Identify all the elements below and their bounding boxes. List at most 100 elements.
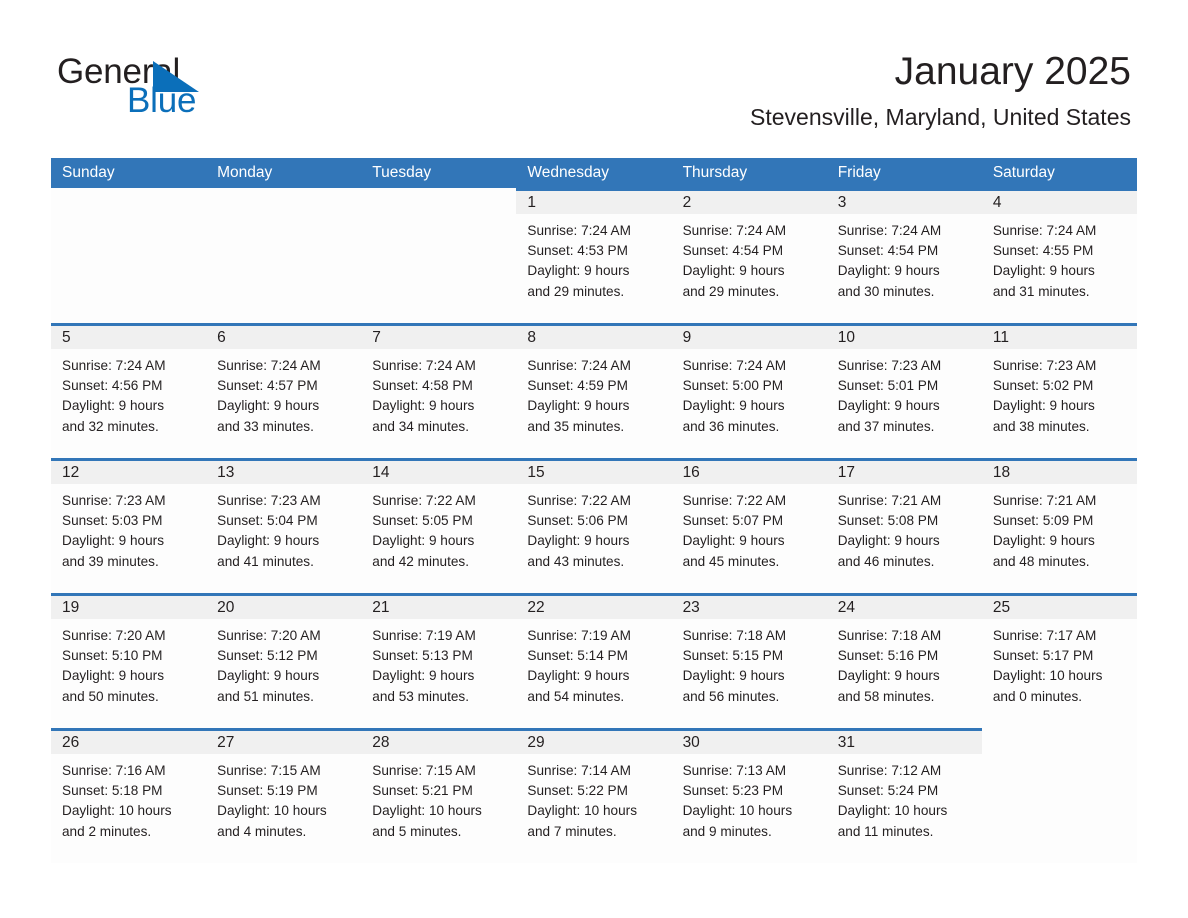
- daylight-duration-line2: and 11 minutes.: [837, 823, 934, 839]
- day-number-band: 7: [361, 323, 517, 349]
- calendar-grid: Sunday Monday Tuesday Wednesday Thursday Frid…: [51, 158, 1137, 863]
- day-sun-info: Sunrise: 7:17 AM Sunset: 5:17 PM Daylight:…: [982, 619, 1137, 707]
- day-cell-empty: [51, 188, 207, 323]
- day-number: 26: [62, 734, 80, 751]
- week-row: 26 Sunrise: 7:16 AM Sunset: 5:18 PM Dayligh…: [51, 728, 1137, 863]
- daylight-duration-line2: and 41 minutes.: [217, 553, 314, 569]
- sunrise-time: Sunrise: 7:14 AM: [527, 763, 631, 778]
- weekday-header-saturday: Saturday: [992, 164, 1055, 181]
- day-sun-info: Sunrise: 7:20 AM Sunset: 5:12 PM Daylight:…: [206, 619, 361, 707]
- day-cell[interactable]: 13 Sunrise: 7:23 AM Sunset: 5:04 PM Dayligh…: [206, 458, 362, 593]
- day-cell[interactable]: 26 Sunrise: 7:16 AM Sunset: 5:18 PM Dayligh…: [51, 728, 207, 863]
- daylight-duration-line1: Daylight: 9 hours: [217, 398, 320, 414]
- day-number-band: 23: [671, 593, 827, 619]
- day-cell[interactable]: 4 Sunrise: 7:24 AM Sunset: 4:55 PM Daylight…: [981, 188, 1137, 323]
- day-cell-empty: [981, 728, 1137, 863]
- day-number-band: 11: [981, 323, 1137, 349]
- day-number-band: 18: [981, 458, 1137, 484]
- day-number-band: 28: [361, 728, 517, 754]
- day-cell[interactable]: 5 Sunrise: 7:24 AM Sunset: 4:56 PM Daylight…: [51, 323, 207, 458]
- day-cell[interactable]: 10 Sunrise: 7:23 AM Sunset: 5:01 PM Dayligh…: [826, 323, 982, 458]
- weekday-header-thursday: Thursday: [682, 164, 748, 181]
- day-number-band: 1: [516, 188, 672, 214]
- day-cell[interactable]: 31 Sunrise: 7:12 AM Sunset: 5:24 PM Dayligh…: [826, 728, 982, 863]
- day-cell[interactable]: 16 Sunrise: 7:22 AM Sunset: 5:07 PM Dayligh…: [671, 458, 827, 593]
- sunset-time: Sunset: 5:16 PM: [837, 648, 939, 664]
- sunrise-time: Sunrise: 7:20 AM: [62, 628, 166, 643]
- day-cell[interactable]: 9 Sunrise: 7:24 AM Sunset: 5:00 PM Daylight…: [671, 323, 827, 458]
- day-cell[interactable]: 2 Sunrise: 7:24 AM Sunset: 4:54 PM Daylight…: [671, 188, 827, 323]
- day-sun-info: Sunrise: 7:14 AM Sunset: 5:22 PM Daylight:…: [516, 754, 671, 842]
- day-cell[interactable]: 21 Sunrise: 7:19 AM Sunset: 5:13 PM Dayligh…: [361, 593, 517, 728]
- daylight-duration-line1: Daylight: 9 hours: [527, 533, 630, 549]
- daylight-duration-line2: and 30 minutes.: [837, 283, 935, 299]
- daylight-duration-line1: Daylight: 9 hours: [62, 533, 165, 549]
- sunset-time: Sunset: 5:19 PM: [217, 783, 318, 799]
- day-sun-info: Sunrise: 7:24 AM Sunset: 4:59 PM Daylight:…: [516, 349, 671, 437]
- sunrise-time: Sunrise: 7:12 AM: [837, 763, 942, 778]
- daylight-duration-line1: Daylight: 9 hours: [682, 533, 785, 549]
- daylight-duration-line2: and 33 minutes.: [217, 418, 314, 434]
- sunset-time: Sunset: 5:05 PM: [372, 513, 473, 529]
- day-cell[interactable]: 22 Sunrise: 7:19 AM Sunset: 5:14 PM Dayligh…: [516, 593, 672, 728]
- sunrise-time: Sunrise: 7:23 AM: [217, 493, 321, 508]
- sunrise-time: Sunrise: 7:20 AM: [217, 628, 321, 643]
- day-number: 19: [62, 599, 80, 616]
- day-number: 4: [992, 194, 1002, 211]
- sunset-time: Sunset: 5:24 PM: [837, 783, 939, 799]
- day-number-band: 12: [51, 458, 207, 484]
- sunset-time: Sunset: 5:14 PM: [527, 648, 628, 664]
- daylight-duration-line1: Daylight: 9 hours: [682, 263, 785, 279]
- sunrise-time: Sunrise: 7:23 AM: [62, 493, 166, 508]
- sunset-time: Sunset: 5:08 PM: [837, 513, 939, 529]
- day-number: 9: [682, 329, 692, 346]
- daylight-duration-line2: and 42 minutes.: [372, 553, 470, 569]
- day-cell[interactable]: 19 Sunrise: 7:20 AM Sunset: 5:10 PM Dayligh…: [51, 593, 207, 728]
- daylight-duration-line1: Daylight: 9 hours: [527, 263, 630, 279]
- sunrise-time: Sunrise: 7:18 AM: [837, 628, 942, 643]
- day-number: 16: [682, 464, 700, 481]
- daylight-duration-line1: Daylight: 9 hours: [837, 668, 940, 684]
- sunrise-time: Sunrise: 7:24 AM: [372, 358, 476, 373]
- day-cell[interactable]: 23 Sunrise: 7:18 AM Sunset: 5:15 PM Dayligh…: [671, 593, 827, 728]
- day-cell[interactable]: 11 Sunrise: 7:23 AM Sunset: 5:02 PM Dayligh…: [981, 323, 1137, 458]
- daylight-duration-line1: Daylight: 9 hours: [217, 668, 320, 684]
- daylight-duration-line1: Daylight: 9 hours: [992, 533, 1095, 549]
- daylight-duration-line1: Daylight: 9 hours: [217, 533, 320, 549]
- day-number: 23: [682, 599, 700, 616]
- sunrise-time: Sunrise: 7:23 AM: [837, 358, 942, 373]
- day-sun-info: Sunrise: 7:24 AM Sunset: 4:56 PM Daylight:…: [51, 349, 206, 437]
- day-cell[interactable]: 8 Sunrise: 7:24 AM Sunset: 4:59 PM Daylight…: [516, 323, 672, 458]
- day-cell[interactable]: 30 Sunrise: 7:13 AM Sunset: 5:23 PM Dayligh…: [671, 728, 827, 863]
- day-cell[interactable]: 3 Sunrise: 7:24 AM Sunset: 4:54 PM Daylight…: [826, 188, 982, 323]
- daylight-duration-line2: and 0 minutes.: [992, 688, 1083, 704]
- day-cell[interactable]: 18 Sunrise: 7:21 AM Sunset: 5:09 PM Dayligh…: [981, 458, 1137, 593]
- day-sun-info: Sunrise: 7:12 AM Sunset: 5:24 PM Daylight:…: [827, 754, 982, 842]
- day-cell[interactable]: 25 Sunrise: 7:17 AM Sunset: 5:17 PM Dayligh…: [981, 593, 1137, 728]
- day-number: 6: [217, 329, 226, 346]
- day-cell[interactable]: 28 Sunrise: 7:15 AM Sunset: 5:21 PM Dayligh…: [361, 728, 517, 863]
- day-cell[interactable]: 17 Sunrise: 7:21 AM Sunset: 5:08 PM Dayligh…: [826, 458, 982, 593]
- day-cell[interactable]: 24 Sunrise: 7:18 AM Sunset: 5:16 PM Dayligh…: [826, 593, 982, 728]
- daylight-duration-line2: and 5 minutes.: [372, 823, 462, 839]
- sunrise-time: Sunrise: 7:13 AM: [682, 763, 787, 778]
- day-number-band: [51, 188, 206, 214]
- day-sun-info: Sunrise: 7:16 AM Sunset: 5:18 PM Daylight:…: [51, 754, 206, 842]
- day-cell[interactable]: 15 Sunrise: 7:22 AM Sunset: 5:06 PM Dayligh…: [516, 458, 672, 593]
- daylight-duration-line2: and 29 minutes.: [682, 283, 780, 299]
- day-cell[interactable]: 6 Sunrise: 7:24 AM Sunset: 4:57 PM Daylight…: [206, 323, 362, 458]
- day-number: 18: [992, 464, 1011, 481]
- sunrise-time: Sunrise: 7:24 AM: [527, 223, 631, 238]
- daylight-duration-line2: and 31 minutes.: [992, 283, 1090, 299]
- day-cell[interactable]: 7 Sunrise: 7:24 AM Sunset: 4:58 PM Daylight…: [361, 323, 517, 458]
- day-cell[interactable]: 14 Sunrise: 7:22 AM Sunset: 5:05 PM Dayligh…: [361, 458, 517, 593]
- day-number: 12: [62, 464, 80, 481]
- day-cell[interactable]: 27 Sunrise: 7:15 AM Sunset: 5:19 PM Dayligh…: [206, 728, 362, 863]
- day-number-band: 22: [516, 593, 672, 619]
- day-cell[interactable]: 29 Sunrise: 7:14 AM Sunset: 5:22 PM Dayligh…: [516, 728, 672, 863]
- day-cell[interactable]: 1 Sunrise: 7:24 AM Sunset: 4:53 PM Daylight…: [516, 188, 672, 323]
- day-cell[interactable]: 20 Sunrise: 7:20 AM Sunset: 5:12 PM Dayligh…: [206, 593, 362, 728]
- daylight-duration-line2: and 29 minutes.: [527, 283, 625, 299]
- day-number: 25: [992, 599, 1011, 616]
- day-cell[interactable]: 12 Sunrise: 7:23 AM Sunset: 5:03 PM Dayligh…: [51, 458, 207, 593]
